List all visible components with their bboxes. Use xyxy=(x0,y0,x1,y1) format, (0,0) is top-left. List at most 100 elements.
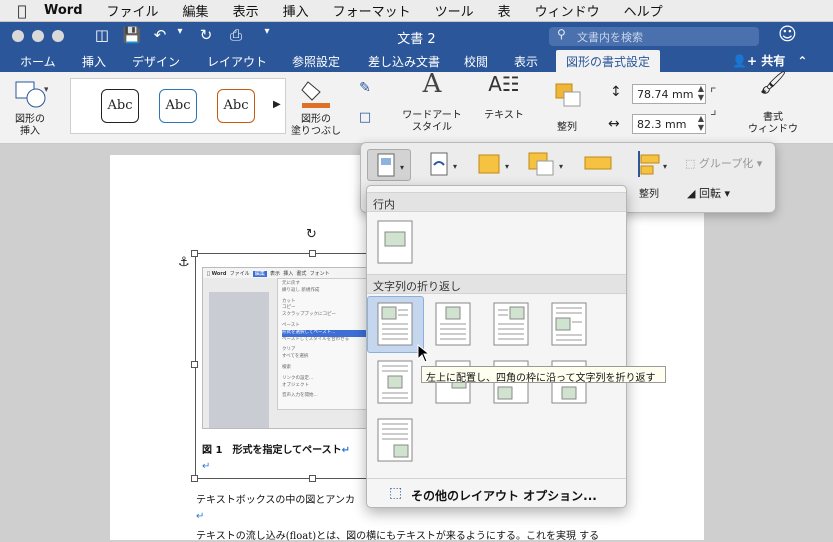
tab-shape-format[interactable]: 図形の書式設定 xyxy=(556,50,661,72)
rotate-handle-icon[interactable]: ↻ xyxy=(306,227,317,242)
svg-text:▾: ▾ xyxy=(44,85,48,95)
ribbon-tabs: ホーム 挿入 デザイン レイアウト 参照設定 差し込み文書 校閲 表示 図形の書… xyxy=(0,50,833,72)
more-layout-options-label: その他のレイアウト オプション... xyxy=(411,489,597,503)
menu-file[interactable]: ファイル xyxy=(107,1,159,20)
selection-pane-button[interactable] xyxy=(581,149,617,181)
shape-style-2[interactable]: Abc xyxy=(159,89,197,123)
menu-insert[interactable]: 挿入 xyxy=(283,1,309,20)
tab-mailings[interactable]: 差し込み文書 xyxy=(368,53,440,70)
group-label: グループ化 xyxy=(698,157,754,170)
format-pane-button[interactable]: 🖌 書式 ウィンドウ xyxy=(744,71,802,136)
print-icon[interactable]: ⎙ xyxy=(226,26,246,44)
gallery-next-icon[interactable]: ▶ xyxy=(273,99,281,110)
save-icon[interactable]: 💾 xyxy=(122,26,142,44)
resize-handle-w[interactable] xyxy=(191,361,198,368)
send-backward-button[interactable]: ▾ xyxy=(525,149,569,181)
redo-icon[interactable]: ↻ xyxy=(196,26,216,44)
menu-table[interactable]: 表 xyxy=(498,1,511,20)
shape-style-1[interactable]: Abc xyxy=(101,89,139,123)
collapse-ribbon-icon: ⌃ xyxy=(797,54,808,68)
bring-forward-button[interactable]: ▾ xyxy=(473,149,517,181)
position-bottom-right-option[interactable] xyxy=(377,418,413,462)
svg-text:▾: ▾ xyxy=(559,162,563,171)
page-icon xyxy=(377,360,413,404)
embedded-item: 形式を選択してペースト... xyxy=(282,329,366,337)
share-button[interactable]: 👤+ 共有 ⌃ xyxy=(732,52,807,69)
undo-icon[interactable]: ↶ xyxy=(150,26,170,44)
close-window-button[interactable] xyxy=(12,30,24,42)
customize-toolbar-icon[interactable]: ▾ xyxy=(257,26,277,37)
minimize-window-button[interactable] xyxy=(32,30,44,42)
apple-icon[interactable]:  xyxy=(0,2,44,20)
width-stepper[interactable]: ▲ ▼ xyxy=(696,114,706,132)
zoom-window-button[interactable] xyxy=(52,30,64,42)
menu-view[interactable]: 表示 xyxy=(233,1,259,20)
selection-pane-icon xyxy=(584,156,612,170)
more-layout-options-button[interactable]: ⬚ その他のレイアウト オプション... xyxy=(367,478,626,508)
position-top-center-option[interactable] xyxy=(435,302,471,346)
bring-forward-icon: ▾ xyxy=(478,154,509,174)
position-middle-left-option[interactable] xyxy=(551,302,587,346)
tab-references[interactable]: 参照設定 xyxy=(292,53,340,70)
rotate-button[interactable]: ◢ 回転 ▾ xyxy=(687,185,730,201)
wordart-styles-button[interactable]: A ワードアート スタイル xyxy=(398,71,466,134)
sidebar-toggle-icon[interactable]: ◫ xyxy=(92,26,112,44)
embedded-menu-4: 挿入 xyxy=(280,271,293,277)
tab-review[interactable]: 校閲 xyxy=(464,53,488,70)
align-icon: ▾ xyxy=(638,151,667,177)
figure-caption: 図 1 形式を指定してペースト↵ xyxy=(202,441,350,456)
text-button[interactable]: A☷ テキスト xyxy=(476,74,532,122)
width-icon: ↔ xyxy=(608,116,620,132)
menu-format[interactable]: フォーマット xyxy=(333,1,411,20)
rotate-label: 回転 xyxy=(698,187,721,200)
send-backward-icon: ▾ xyxy=(528,152,563,176)
position-button[interactable]: ▾ xyxy=(367,149,411,181)
resize-handle-nw[interactable] xyxy=(191,250,198,257)
search-input[interactable]: ⚲ 文書内を検索 xyxy=(549,27,759,46)
shape-outline-button[interactable]: ✎ xyxy=(350,81,380,96)
embedded-item: オブジェクト xyxy=(282,382,309,388)
tab-design[interactable]: デザイン xyxy=(132,53,180,70)
resize-handle-n[interactable] xyxy=(309,250,316,257)
position-top-left-option[interactable] xyxy=(377,302,413,346)
wrap-text-button[interactable]: ▾ xyxy=(423,149,467,181)
tab-view[interactable]: 表示 xyxy=(514,53,538,70)
anchor-icon: ⚓ xyxy=(178,255,190,270)
tab-layout[interactable]: レイアウト xyxy=(207,53,267,70)
insert-shape-button[interactable]: ▾ 図形の 挿入 xyxy=(6,78,54,138)
inline-with-text-option[interactable] xyxy=(377,220,413,264)
undo-dropdown-icon[interactable]: ▾ xyxy=(170,26,190,37)
embedded-item: ペースト xyxy=(282,322,300,328)
height-input[interactable]: 78.74 mm xyxy=(632,84,706,104)
tab-insert[interactable]: 挿入 xyxy=(82,53,106,70)
resize-handle-sw[interactable] xyxy=(191,475,198,482)
position-middle-center-option[interactable] xyxy=(377,360,413,404)
width-input[interactable]: 82.3 mm xyxy=(632,114,706,134)
lock-aspect-icon[interactable]: ⌜ ⌟ xyxy=(710,86,717,118)
height-stepper[interactable]: ▲ ▼ xyxy=(696,84,706,102)
group-button[interactable]: ⬚ グループ化 ▾ xyxy=(685,155,762,171)
menu-tools[interactable]: ツール xyxy=(435,1,474,20)
align-button[interactable]: ▾ xyxy=(633,149,673,181)
brush-icon: 🖌 xyxy=(759,71,787,96)
arrange-button[interactable]: 整列 xyxy=(544,78,590,134)
menu-window[interactable]: ウィンドウ xyxy=(535,1,600,20)
embedded-menu-2: 編集 xyxy=(252,271,267,277)
tab-home[interactable]: ホーム xyxy=(20,53,56,70)
embedded-item: 音声入力を開始... xyxy=(282,393,318,399)
menu-edit[interactable]: 編集 xyxy=(183,1,209,20)
shape-fill-label: 図形の 塗りつぶし xyxy=(290,114,342,137)
shape-fill-button[interactable]: 図形の 塗りつぶし xyxy=(290,78,342,138)
feedback-smiley-icon[interactable]: ☺ xyxy=(778,24,797,45)
menu-help[interactable]: ヘルプ xyxy=(624,1,663,20)
embedded-item: スクラップブックにコピー xyxy=(282,312,336,318)
figure-caption-text: 図 1 形式を指定してペースト xyxy=(202,445,342,456)
menu-app-name[interactable]: Word xyxy=(44,3,83,18)
embedded-item: すべてを選択 xyxy=(282,354,309,360)
shape-effects-button[interactable]: □ xyxy=(350,111,380,125)
position-top-right-option[interactable] xyxy=(493,302,529,346)
rotate-icon: ◢ xyxy=(687,187,696,200)
shape-style-3[interactable]: Abc xyxy=(217,89,255,123)
resize-handle-s[interactable] xyxy=(309,475,316,482)
tooltip: 左上に配置し、四角の枠に沿って文字列を折り返す xyxy=(421,366,666,384)
